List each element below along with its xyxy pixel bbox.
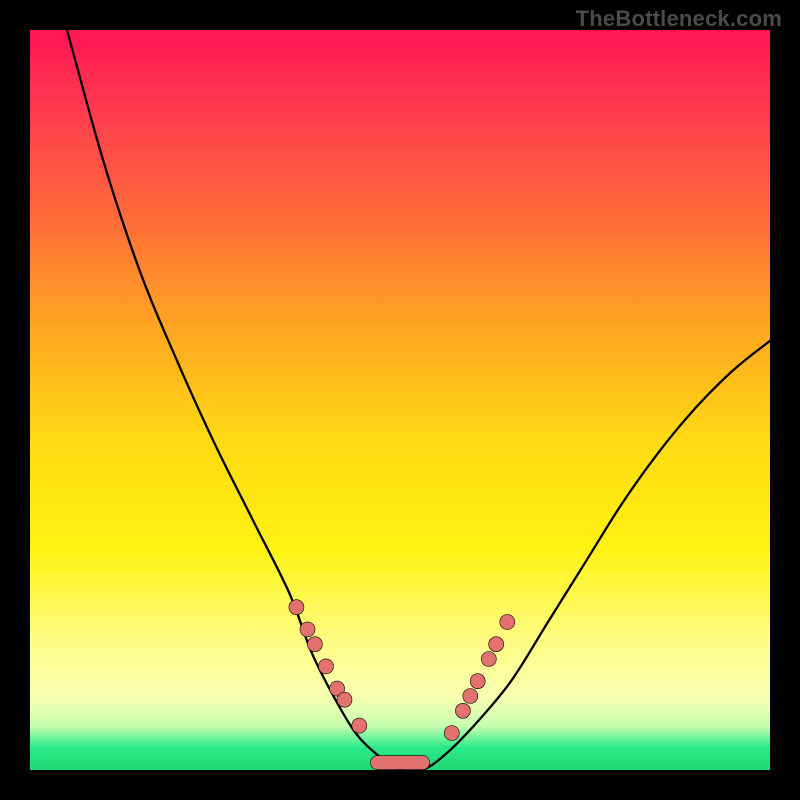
highlight-points: [289, 600, 515, 770]
highlight-point: [337, 692, 352, 707]
bottom-band: [370, 756, 429, 770]
highlight-point: [444, 726, 459, 741]
plot-area: [30, 30, 770, 770]
chart-frame: TheBottleneck.com: [0, 0, 800, 800]
highlight-point: [307, 637, 322, 652]
bottleneck-curve: [67, 30, 770, 772]
highlight-point: [455, 703, 470, 718]
attribution-label: TheBottleneck.com: [576, 6, 782, 32]
highlight-point: [289, 600, 304, 615]
highlight-point: [489, 637, 504, 652]
highlight-point: [300, 622, 315, 637]
highlight-point: [319, 659, 334, 674]
chart-svg: [30, 30, 770, 770]
highlight-point: [500, 615, 515, 630]
highlight-point: [470, 674, 485, 689]
highlight-point: [481, 652, 496, 667]
highlight-point: [352, 718, 367, 733]
highlight-point: [463, 689, 478, 704]
